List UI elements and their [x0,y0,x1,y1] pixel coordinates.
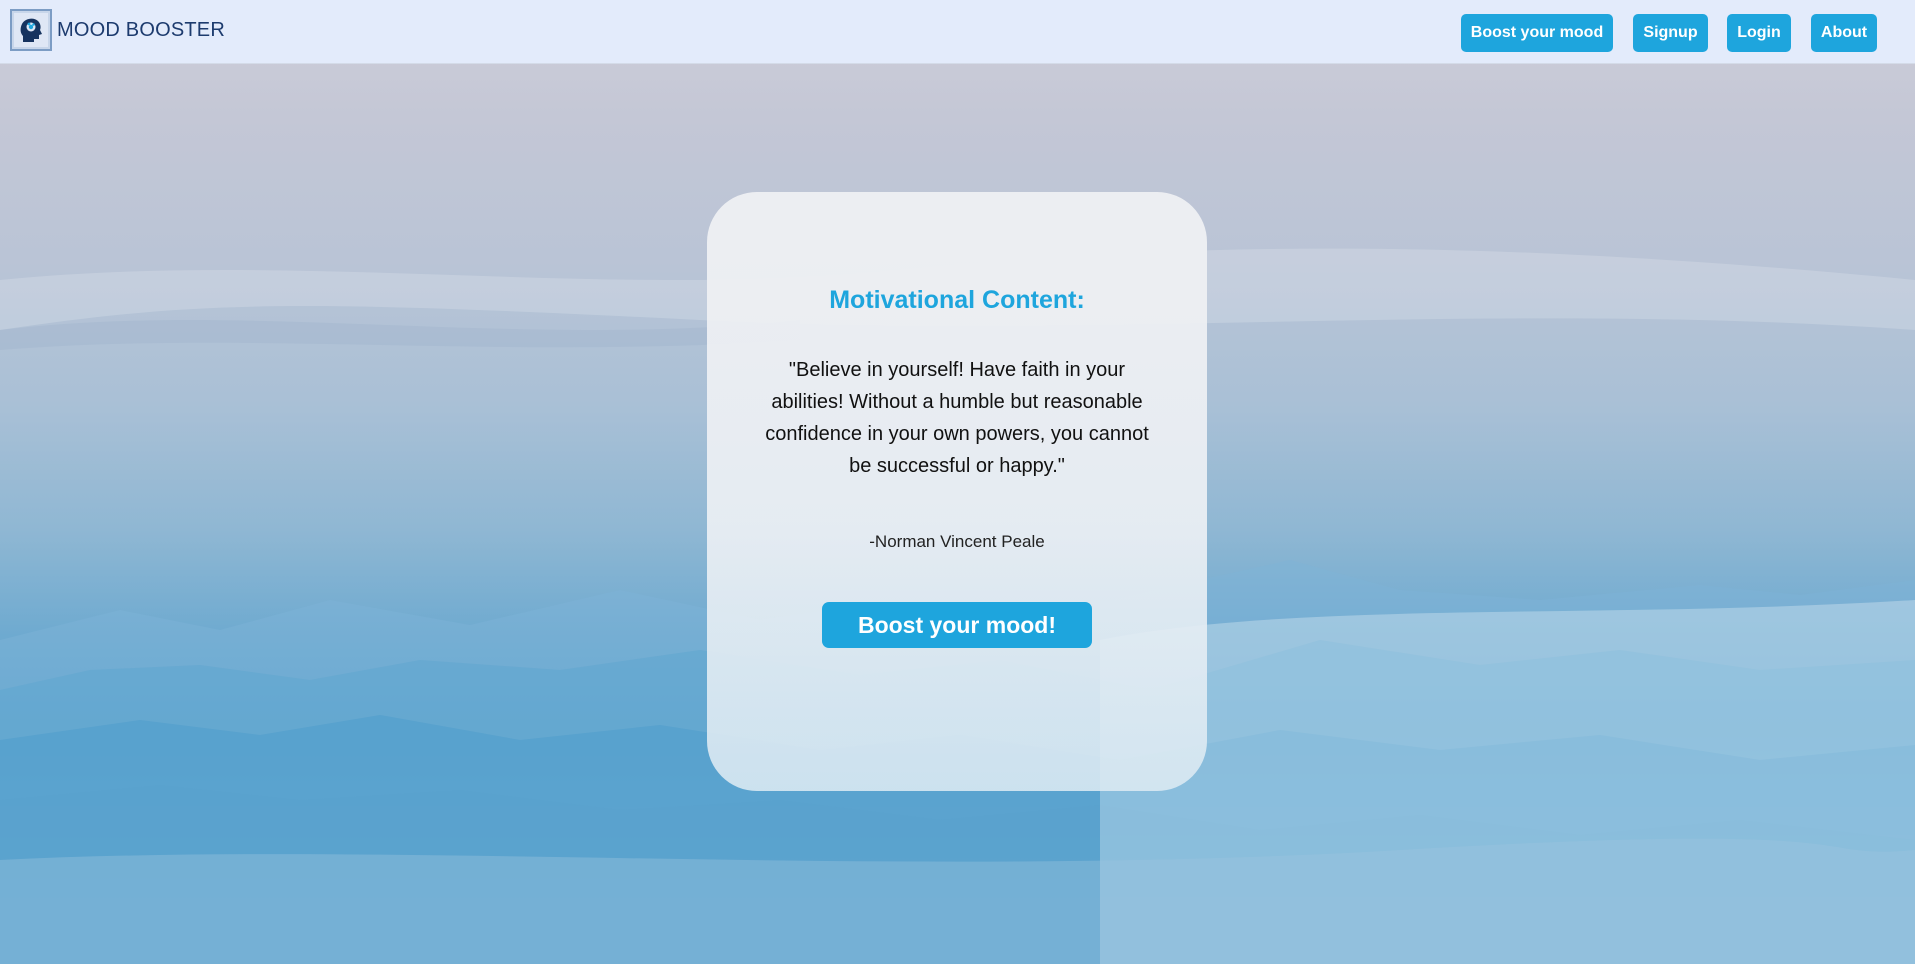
top-navbar: MOOD BOOSTER Boost your mood Signup Logi… [0,0,1915,64]
boost-your-mood-button[interactable]: Boost your mood! [822,602,1092,648]
head-brain-icon [10,9,52,51]
quote-text: "Believe in yourself! Have faith in your… [765,359,1149,477]
nav-about-button[interactable]: About [1811,14,1877,52]
motivational-card: Motivational Content: "Believe in yourse… [707,192,1207,791]
nav-boost-your-mood-button[interactable]: Boost your mood [1461,14,1613,52]
nav-login-button[interactable]: Login [1727,14,1791,52]
brand-logo[interactable]: MOOD BOOSTER [10,9,225,51]
nav-signup-button[interactable]: Signup [1633,14,1708,52]
brand-name: MOOD BOOSTER [57,18,225,41]
card-title: Motivational Content: [829,286,1085,314]
quote-author: -Norman Vincent Peale [869,532,1045,551]
